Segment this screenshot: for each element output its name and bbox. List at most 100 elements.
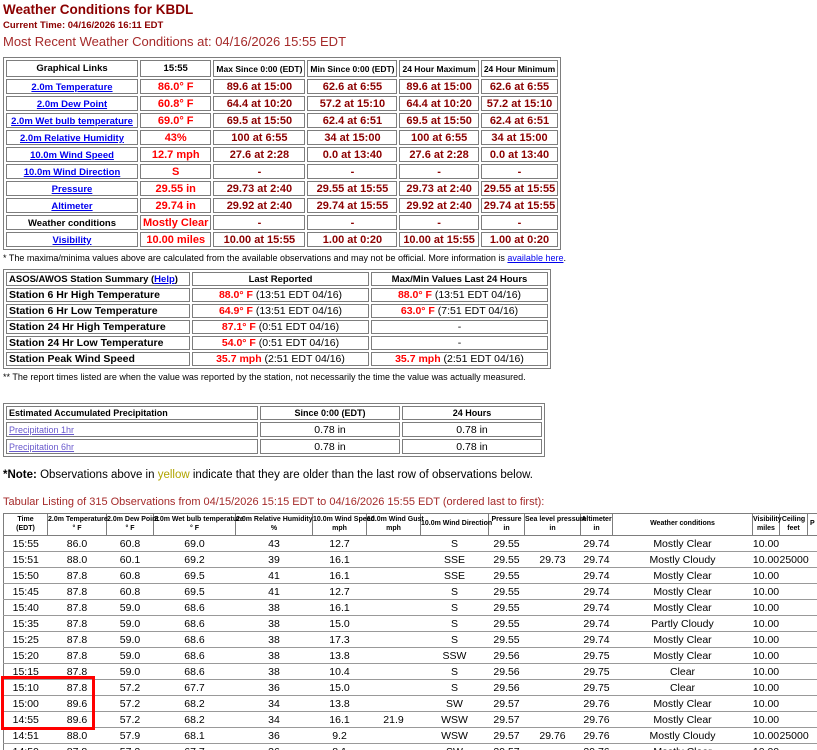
station-report-time: (13:51 EDT 04/16) xyxy=(256,305,342,317)
obs-cell: 29.74 xyxy=(581,632,613,648)
obs-cell: 57.2 xyxy=(107,712,154,728)
graphical-link[interactable]: 2.0m Dew Point xyxy=(37,99,107,110)
maxmin-value-cell: 62.6 at 6:55 xyxy=(481,79,559,94)
precip-link[interactable]: Precipitation 6hr xyxy=(9,442,74,452)
obs-cell: SW xyxy=(421,696,489,712)
conditions-header-row: Graphical Links 15:55 Max Since 0:00 (ED… xyxy=(6,60,558,77)
obs-cell: 15:15 xyxy=(4,664,48,680)
last-reported-cell: 88.0° F (13:51 EDT 04/16) xyxy=(192,288,369,302)
graphical-link[interactable]: 10.0m Wind Speed xyxy=(30,150,114,161)
maxmin-value-cell: 1.00 at 0:20 xyxy=(481,232,559,247)
conditions-row: Visibility10.00 miles10.00 at 15:551.00 … xyxy=(6,232,558,247)
obs-cell: 36 xyxy=(236,744,313,750)
precip-header-row: Estimated Accumulated Precipitation Sinc… xyxy=(6,406,542,420)
report-times-footnote: ** The report times listed are when the … xyxy=(3,372,817,383)
obs-cell: 9.2 xyxy=(313,728,367,744)
maxmin-value-cell: 29.74 at 15:55 xyxy=(307,198,397,213)
obs-cell xyxy=(780,600,808,616)
obs-cell: 68.6 xyxy=(154,648,236,664)
obs-cell: 87.8 xyxy=(48,616,107,632)
obs-cell xyxy=(525,600,581,616)
obs-cell: 34 xyxy=(236,712,313,728)
obs-header-line1: P xyxy=(810,520,817,529)
obs-header-cell: 10.0m Wind Gustmph xyxy=(367,514,421,536)
obs-cell: 16.1 xyxy=(313,552,367,568)
obs-cell: 68.1 xyxy=(154,728,236,744)
asos-row: Station 24 Hr High Temperature87.1° F (0… xyxy=(6,320,548,334)
obs-cell xyxy=(525,632,581,648)
obs-header-line2: mph xyxy=(313,525,366,534)
station-value: 35.7 mph xyxy=(216,353,262,365)
obs-cell: 15:00 xyxy=(4,696,48,712)
obs-header-cell: Time(EDT) xyxy=(4,514,48,536)
obs-cell xyxy=(808,648,817,664)
obs-cell: 10.00 xyxy=(753,584,780,600)
obs-cell: 69.2 xyxy=(154,552,236,568)
obs-cell: 36 xyxy=(236,728,313,744)
maxmin-value-cell: 29.92 at 2:40 xyxy=(213,198,305,213)
obs-cell: 57.9 xyxy=(107,728,154,744)
obs-header-line1: 2.0m Relative Humidity xyxy=(236,516,312,525)
obs-cell: 14:50 xyxy=(4,744,48,750)
obs-cell: Mostly Clear xyxy=(613,600,753,616)
obs-header-line2: (EDT) xyxy=(4,525,47,534)
available-here-link[interactable]: available here xyxy=(507,253,563,263)
obs-cell: Mostly Clear xyxy=(613,744,753,750)
obs-row: 15:5586.060.869.04312.7S29.5529.74Mostly… xyxy=(4,536,817,552)
obs-row: 15:0089.657.268.23413.8SW29.5729.76Mostl… xyxy=(4,696,817,712)
obs-header-line1: 2.0m Temperature xyxy=(48,516,106,525)
most-recent-heading: Most Recent Weather Conditions at: 04/16… xyxy=(3,34,817,49)
maxmin-value-cell: 29.55 at 15:55 xyxy=(481,181,559,196)
maxmin-24h-cell: - xyxy=(371,336,548,350)
maxmin-value-cell: 64.4 at 10:20 xyxy=(213,96,305,111)
maxmin-value-cell: 29.55 at 15:55 xyxy=(307,181,397,196)
station-value: 63.0° F xyxy=(401,305,435,317)
precip-link[interactable]: Precipitation 1hr xyxy=(9,425,74,435)
station-report-time: (13:51 EDT 04/16) xyxy=(435,289,521,301)
obs-header-line1: 10.0m Wind Speed xyxy=(313,516,366,525)
obs-cell: S xyxy=(421,584,489,600)
maxmin-footnote-text: * The maxima/minima values above are cal… xyxy=(3,253,507,263)
precip-24h-cell: 0.78 in xyxy=(402,439,542,454)
current-value-cell: 60.8° F xyxy=(140,96,211,111)
maxmin-value-cell: 10.00 at 15:55 xyxy=(399,232,478,247)
conditions-row: 2.0m Temperature86.0° F89.6 at 15:0062.6… xyxy=(6,79,558,94)
obs-cell: 38 xyxy=(236,600,313,616)
obs-header-line2: ° F xyxy=(48,525,106,534)
obs-cell xyxy=(367,568,421,584)
note-text-before: Observations above in xyxy=(37,469,158,481)
obs-cell: 12.7 xyxy=(313,584,367,600)
obs-row: 14:5087.857.267.7368.1SW29.5729.76Mostly… xyxy=(4,744,817,750)
asos-header-maxmin-24h: Max/Min Values Last 24 Hours xyxy=(371,272,548,286)
obs-cell: Mostly Clear xyxy=(613,536,753,552)
obs-cell xyxy=(367,584,421,600)
obs-row: 15:5188.060.169.23916.1SSE29.5529.7329.7… xyxy=(4,552,817,568)
obs-cell xyxy=(367,648,421,664)
graphical-link[interactable]: Altimeter xyxy=(51,201,92,212)
graphical-link[interactable]: Visibility xyxy=(53,235,92,246)
maxmin-value-cell: 64.4 at 10:20 xyxy=(399,96,478,111)
conditions-header-current: 15:55 xyxy=(140,60,211,77)
obs-cell xyxy=(780,744,808,750)
graphical-link[interactable]: 2.0m Relative Humidity xyxy=(20,133,124,144)
maxmin-24h-cell: 35.7 mph (2:51 EDT 04/16) xyxy=(371,352,548,366)
obs-cell: 29.56 xyxy=(489,680,525,696)
conditions-row-label-cell: 2.0m Temperature xyxy=(6,79,138,94)
obs-cell: 10.00 xyxy=(753,744,780,750)
obs-cell: 60.8 xyxy=(107,584,154,600)
station-value: 64.9° F xyxy=(219,305,253,317)
graphical-link[interactable]: 2.0m Wet bulb temperature xyxy=(11,116,133,127)
maxmin-value-cell: - xyxy=(399,215,478,230)
graphical-link[interactable]: Pressure xyxy=(52,184,93,195)
observations-table: Time(EDT)2.0m Temperature° F2.0m Dew Poi… xyxy=(3,513,817,750)
obs-cell: 10.4 xyxy=(313,664,367,680)
maxmin-value-cell: 100 at 6:55 xyxy=(213,130,305,145)
obs-cell xyxy=(367,680,421,696)
obs-cell xyxy=(808,696,817,712)
graphical-link[interactable]: 2.0m Temperature xyxy=(31,82,112,93)
obs-header-line2: in xyxy=(525,525,580,534)
help-link[interactable]: Help xyxy=(154,274,175,285)
graphical-link[interactable]: 10.0m Wind Direction xyxy=(24,167,121,178)
conditions-row-label-cell: 2.0m Dew Point xyxy=(6,96,138,111)
obs-cell: 69.0 xyxy=(154,536,236,552)
